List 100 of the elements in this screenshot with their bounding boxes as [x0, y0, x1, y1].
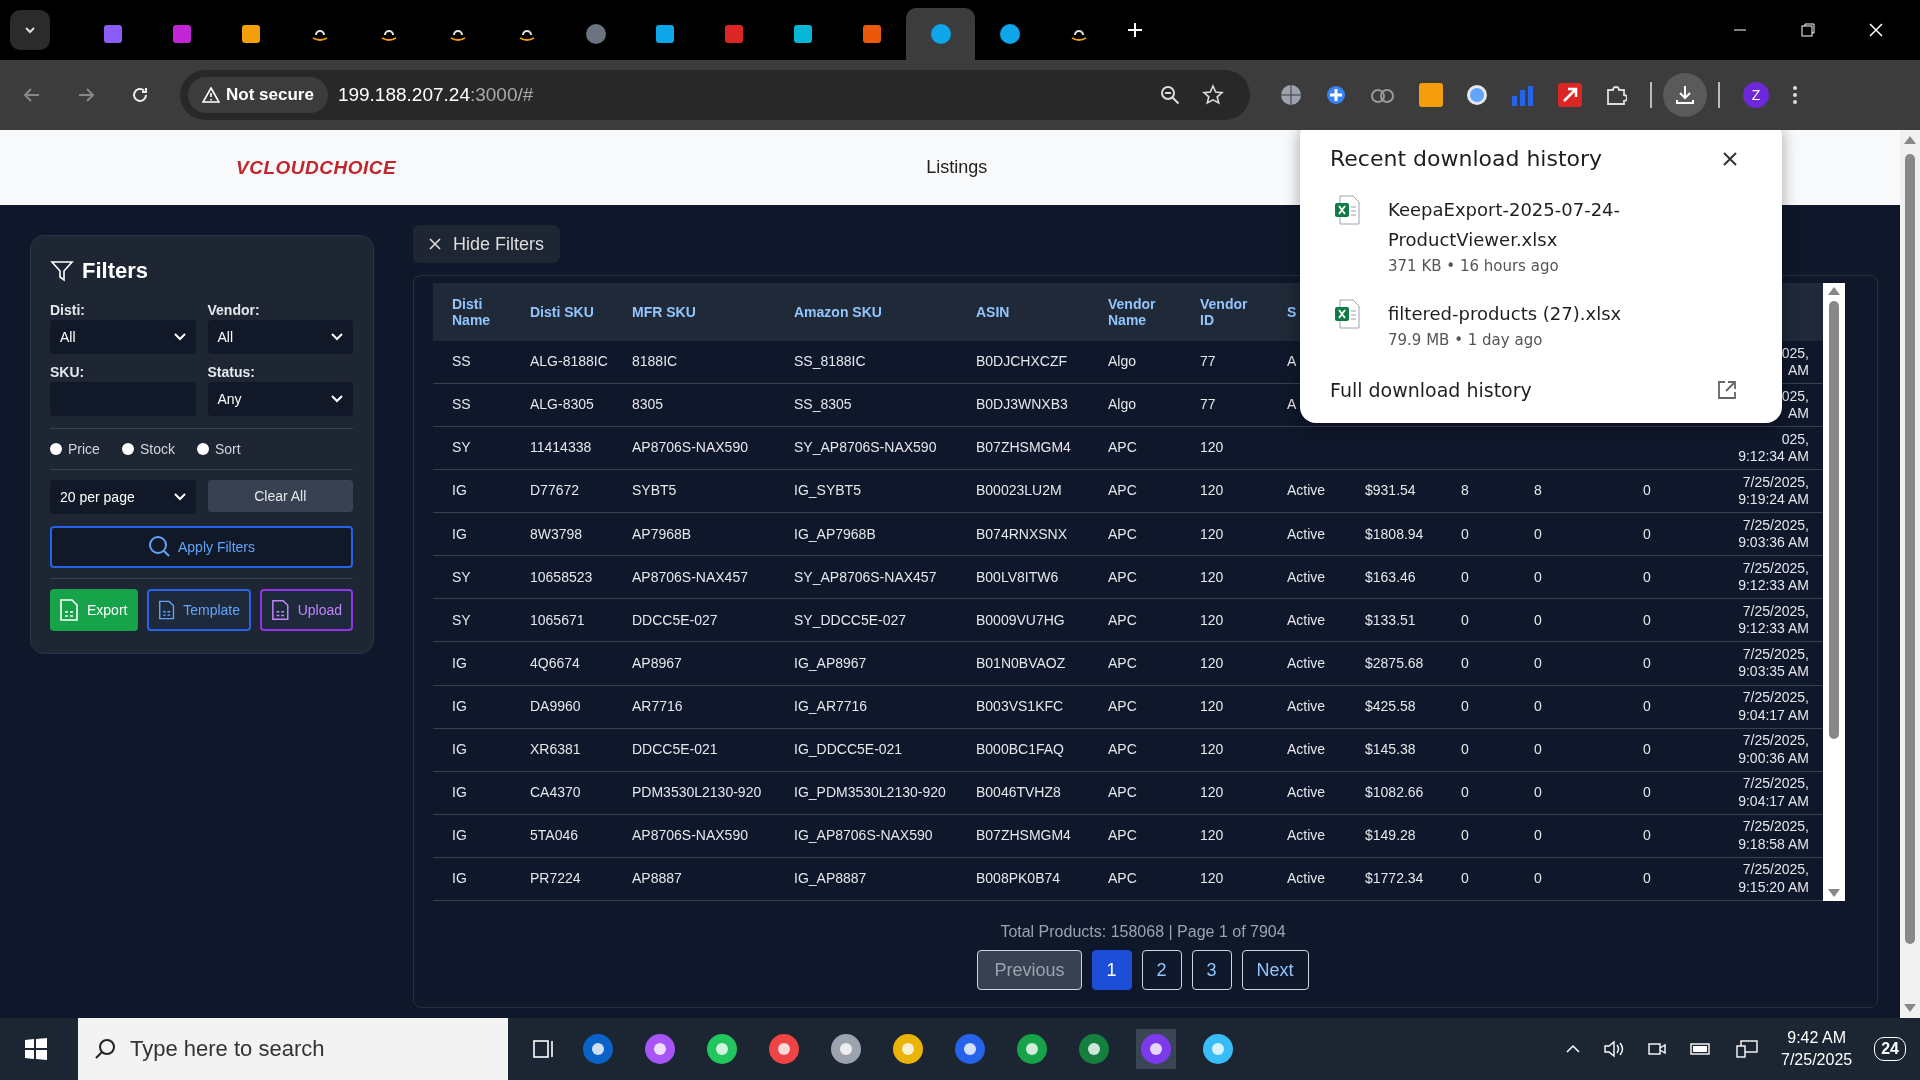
- page-button[interactable]: 3: [1191, 950, 1232, 990]
- radio-label[interactable]: Sort: [214, 441, 241, 457]
- table-cell: B07ZHSMGM4: [976, 439, 1071, 456]
- template-button[interactable]: Template: [147, 589, 251, 631]
- favicon-icon: [722, 23, 745, 45]
- column-header[interactable]: Disti Name: [452, 296, 503, 328]
- security-chip[interactable]: Not secure: [188, 77, 328, 113]
- radio-button[interactable]: [196, 443, 209, 455]
- table-cell: B074RNXSNX: [976, 525, 1068, 542]
- file-name[interactable]: filtered-products (27).xlsx: [1388, 299, 1678, 329]
- apply-filters-button[interactable]: Apply Filters: [50, 526, 353, 568]
- document-icon: [271, 598, 290, 622]
- start-icon[interactable]: [24, 1037, 48, 1061]
- globe-icon[interactable]: [1280, 84, 1302, 106]
- table-cell: IG: [452, 783, 467, 800]
- network-icon[interactable]: [1735, 1039, 1759, 1059]
- table-cell: APC: [1108, 783, 1137, 800]
- scroll-down-icon[interactable]: [1904, 1004, 1916, 1012]
- extension-icon[interactable]: [1558, 83, 1582, 107]
- table-cell: $145.38: [1365, 740, 1416, 757]
- per-page-select[interactable]: 20 per page: [50, 480, 196, 514]
- zoom-icon[interactable]: [1160, 85, 1180, 105]
- radio-button[interactable]: [121, 443, 134, 455]
- browser-tab[interactable]: [906, 8, 975, 60]
- table-cell: 4Q6674: [530, 654, 580, 671]
- search-icon: [94, 1038, 116, 1060]
- radio-label[interactable]: Stock: [139, 441, 175, 457]
- scrollbar[interactable]: [1823, 283, 1845, 901]
- star-icon[interactable]: [1202, 84, 1224, 106]
- table-cell: 120: [1200, 439, 1224, 456]
- download-icon: [1674, 84, 1696, 106]
- nav-link[interactable]: Listings: [926, 157, 988, 178]
- select-field[interactable]: All: [50, 320, 196, 354]
- column-header[interactable]: Vendor Name: [1108, 296, 1173, 328]
- puzzle-icon[interactable]: [1605, 84, 1627, 106]
- table-cell: Active: [1287, 826, 1326, 843]
- column-header[interactable]: ASIN: [976, 304, 1081, 320]
- file-name[interactable]: KeepaExport-2025-07-24-ProductViewer.xlsx: [1388, 195, 1678, 255]
- page-button[interactable]: 2: [1141, 950, 1182, 990]
- download-button[interactable]: [1663, 73, 1707, 117]
- scrollbar[interactable]: [1900, 130, 1920, 1018]
- table-cell: PDM3530L2130-920: [632, 783, 762, 800]
- profile-avatar[interactable]: Z: [1743, 82, 1769, 108]
- logo[interactable]: VCLOUDCHOICE: [236, 156, 397, 179]
- full-history-link[interactable]: Full download history: [1330, 379, 1738, 401]
- address-bar[interactable]: Not secure 199.188.207.24:3000/#: [180, 70, 1250, 120]
- table-cell: A: [1287, 353, 1297, 370]
- table-cell: 1065671: [530, 611, 585, 628]
- hide-filters-button[interactable]: Hide Filters: [413, 225, 561, 263]
- app-icon[interactable]: [1136, 1029, 1176, 1069]
- clear-all-button[interactable]: Clear All: [207, 480, 353, 512]
- reload-icon[interactable]: [130, 85, 150, 105]
- table-cell: 0: [1461, 611, 1469, 628]
- restore-icon[interactable]: [1800, 22, 1816, 38]
- table-cell: B0DJCHXCZF: [976, 353, 1067, 370]
- new-tab-icon[interactable]: [1127, 22, 1143, 38]
- extension-icon[interactable]: [1325, 84, 1347, 106]
- table-cell: B00023LU2M: [976, 482, 1062, 499]
- clock-date[interactable]: 7/25/2025: [1781, 1051, 1853, 1069]
- table-cell: Active: [1287, 611, 1326, 628]
- table-cell: 0: [1643, 482, 1651, 499]
- select-field[interactable]: All: [207, 320, 353, 354]
- clock-time[interactable]: 9:42 AM: [1787, 1029, 1846, 1047]
- table-cell: B0009VU7HG: [976, 611, 1065, 628]
- table-cell: 0: [1643, 826, 1651, 843]
- upload-button[interactable]: Upload: [260, 589, 353, 631]
- taskbar-search-field[interactable]: Type here to search: [78, 1018, 508, 1080]
- favicon-icon: [929, 23, 952, 45]
- table-cell: APC: [1108, 568, 1137, 585]
- scroll-down-icon[interactable]: [1828, 889, 1840, 897]
- table-cell: Active: [1287, 482, 1326, 499]
- scroll-up-icon[interactable]: [1904, 136, 1916, 144]
- table-cell: B008PK0B74: [976, 870, 1061, 887]
- notification-badge[interactable]: 24: [1874, 1037, 1906, 1061]
- select-field[interactable]: Any: [207, 382, 353, 416]
- table-cell: D77672: [530, 482, 580, 499]
- extension-icon[interactable]: [1466, 84, 1488, 106]
- volume-icon[interactable]: [1603, 1039, 1625, 1059]
- radio-button[interactable]: [50, 443, 62, 455]
- table-cell: 025, AM: [1781, 387, 1809, 422]
- table-cell: 120: [1200, 654, 1224, 671]
- column-header[interactable]: Amazon SKU: [794, 304, 949, 320]
- task-view-icon[interactable]: [530, 1037, 556, 1061]
- close-icon: [429, 238, 441, 250]
- column-header[interactable]: Vendor ID: [1200, 296, 1260, 328]
- table-cell: $2875.68: [1365, 654, 1424, 671]
- column-header[interactable]: MFR SKU: [632, 304, 767, 320]
- table-cell: $163.46: [1365, 568, 1416, 585]
- table-cell: 0: [1643, 654, 1651, 671]
- close-icon[interactable]: [1722, 150, 1738, 167]
- pagination-button[interactable]: Next: [1241, 950, 1309, 990]
- menu-icon[interactable]: [1792, 85, 1798, 105]
- page-button[interactable]: 1: [1091, 950, 1132, 990]
- radio-label[interactable]: Price: [68, 441, 100, 457]
- column-header[interactable]: Disti SKU: [530, 304, 605, 320]
- table-cell: 0: [1461, 740, 1469, 757]
- table-cell: IG: [452, 482, 467, 499]
- favicon-icon: [170, 23, 193, 45]
- battery-icon[interactable]: [1689, 1041, 1713, 1057]
- scroll-up-icon[interactable]: [1828, 287, 1840, 295]
